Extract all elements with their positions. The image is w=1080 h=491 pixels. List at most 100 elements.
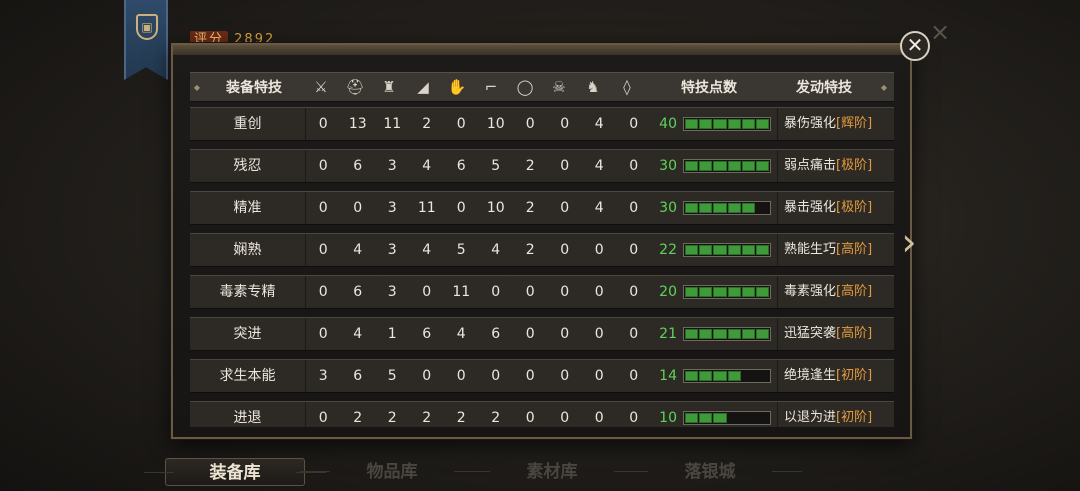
skill-row[interactable]: 重创 0 13 11 2 0 10 0 0 4 0 40 暴伤强化[辉阶] (190, 107, 894, 141)
panel-top-border (173, 45, 910, 55)
progress-segment (741, 203, 755, 213)
slot-value: 2 (422, 116, 432, 132)
slot-value: 0 (560, 200, 570, 216)
progress-segment (727, 329, 741, 339)
tab-1[interactable]: 装备库 (144, 458, 326, 486)
slot-value: 4 (594, 200, 604, 216)
progress-segment (713, 371, 727, 381)
slot-value: 2 (525, 242, 535, 258)
progress-segment (727, 203, 741, 213)
slot-value: 6 (353, 284, 363, 300)
slot-value: 0 (422, 368, 432, 384)
skill-tier: [初阶] (836, 368, 873, 383)
slot-value: 0 (629, 326, 639, 342)
progress-segment (699, 287, 713, 297)
skill-row[interactable]: 进退 0 2 2 2 2 2 0 0 0 0 10 以退为进[初阶] (190, 401, 894, 427)
diamond-icon: ◆ (880, 82, 888, 92)
slot-value: 2 (387, 410, 397, 426)
slot-value: 0 (629, 200, 639, 216)
slot-value: 0 (594, 242, 604, 258)
slot-value: 0 (318, 116, 328, 132)
skill-progress-bar (683, 285, 771, 299)
guild-banner: ▣ (124, 0, 168, 80)
progress-segment (699, 161, 713, 171)
slot-value: 6 (491, 326, 501, 342)
horse-icon: ♞ (586, 78, 600, 96)
slot-value: 0 (318, 242, 328, 258)
progress-segment (713, 119, 727, 129)
slot-value: 0 (456, 368, 466, 384)
progress-segment (728, 413, 741, 423)
skill-progress-bar (683, 159, 771, 173)
slot-value: 5 (456, 242, 466, 258)
progress-segment (742, 371, 755, 381)
amulet-icon: ◊ (623, 78, 631, 96)
shield-emblem-icon: ▣ (136, 14, 158, 40)
next-page-arrow-icon[interactable]: › (896, 222, 922, 264)
skill-row[interactable]: 求生本能 3 6 5 0 0 0 0 0 0 0 14 绝境逢生[初阶] (190, 359, 894, 393)
slot-value: 0 (491, 368, 501, 384)
slot-value: 2 (353, 410, 363, 426)
slot-value: 0 (629, 242, 639, 258)
slot-value: 0 (525, 368, 535, 384)
tab-2[interactable]: 物品库 (300, 458, 484, 486)
progress-segment (713, 161, 727, 171)
progress-segment (741, 119, 755, 129)
close-shadow-icon: × (930, 18, 951, 46)
skill-tier: [极阶] (836, 158, 873, 173)
skill-name: 精准 (190, 192, 306, 224)
skill-progress-bar (683, 369, 771, 383)
slot-value: 0 (560, 116, 570, 132)
slot-value: 4 (594, 158, 604, 174)
progress-segment (699, 371, 713, 381)
slot-value: 0 (422, 284, 432, 300)
skill-row[interactable]: 突进 0 4 1 6 4 6 0 0 0 0 21 迅猛突袭[高阶] (190, 317, 894, 351)
active-skill-name: 以退为进 (784, 410, 837, 425)
slot-value: 0 (525, 410, 535, 426)
slot-value: 0 (629, 410, 639, 426)
slot-value: 0 (456, 116, 466, 132)
skill-name: 突进 (190, 318, 306, 350)
tab-4[interactable]: 落银城 (618, 458, 802, 486)
skill-name: 重创 (190, 108, 306, 140)
tab-3[interactable]: 素材库 (460, 458, 644, 486)
progress-segment (685, 245, 699, 255)
progress-segment (685, 119, 699, 129)
active-skill-name: 毒素强化 (784, 284, 837, 299)
header-equipment-skill: 装备特技 (226, 80, 282, 96)
slot-value: 4 (456, 326, 466, 342)
progress-segment (699, 329, 713, 339)
slot-icon-row: ⚔ ⛑ ♜ ◢ ✋ ⌐ ◯ ☠ ♞ ◊ (304, 78, 644, 96)
slot-value: 0 (353, 200, 363, 216)
skill-points: 10 (659, 410, 677, 426)
close-button[interactable]: ✕ (900, 31, 930, 61)
slot-value: 4 (422, 158, 432, 174)
slot-value: 0 (318, 158, 328, 174)
active-skill: 熟能生巧[高阶] (777, 234, 881, 266)
gloves-icon: ✋ (447, 78, 467, 96)
active-skill-name: 熟能生巧 (784, 242, 837, 257)
progress-segment (756, 413, 769, 423)
header-skill-points: 特技点数 (681, 80, 737, 96)
progress-segment (699, 413, 713, 423)
progress-segment (685, 371, 699, 381)
skill-row[interactable]: 娴熟 0 4 3 4 5 4 2 0 0 0 22 熟能生巧[高阶] (190, 233, 894, 267)
slot-value: 0 (629, 116, 639, 132)
slot-value: 3 (387, 284, 397, 300)
slot-value: 0 (594, 326, 604, 342)
progress-segment (685, 287, 699, 297)
progress-segment (755, 245, 770, 255)
active-skill: 暴击强化[极阶] (777, 192, 881, 224)
slot-value: 5 (387, 368, 397, 384)
skill-tier: [高阶] (836, 242, 873, 257)
skill-table-body[interactable]: 重创 0 13 11 2 0 10 0 0 4 0 40 暴伤强化[辉阶] 残忍 0 6 3 4 6 5 2 0 4 0 30 弱… (190, 107, 894, 427)
progress-segment (713, 413, 727, 423)
sword-icon: ⚔ (314, 78, 328, 96)
skill-row[interactable]: 毒素专精 0 6 3 0 11 0 0 0 0 0 20 毒素强化[高阶] (190, 275, 894, 309)
slot-value: 4 (353, 242, 363, 258)
skill-row[interactable]: 残忍 0 6 3 4 6 5 2 0 4 0 30 弱点痛击[极阶] (190, 149, 894, 183)
slot-value: 0 (560, 284, 570, 300)
mask-icon: ☠ (552, 78, 566, 96)
skill-row[interactable]: 精准 0 0 3 11 0 10 2 0 4 0 30 暴击强化[极阶] (190, 191, 894, 225)
progress-segment (699, 119, 713, 129)
